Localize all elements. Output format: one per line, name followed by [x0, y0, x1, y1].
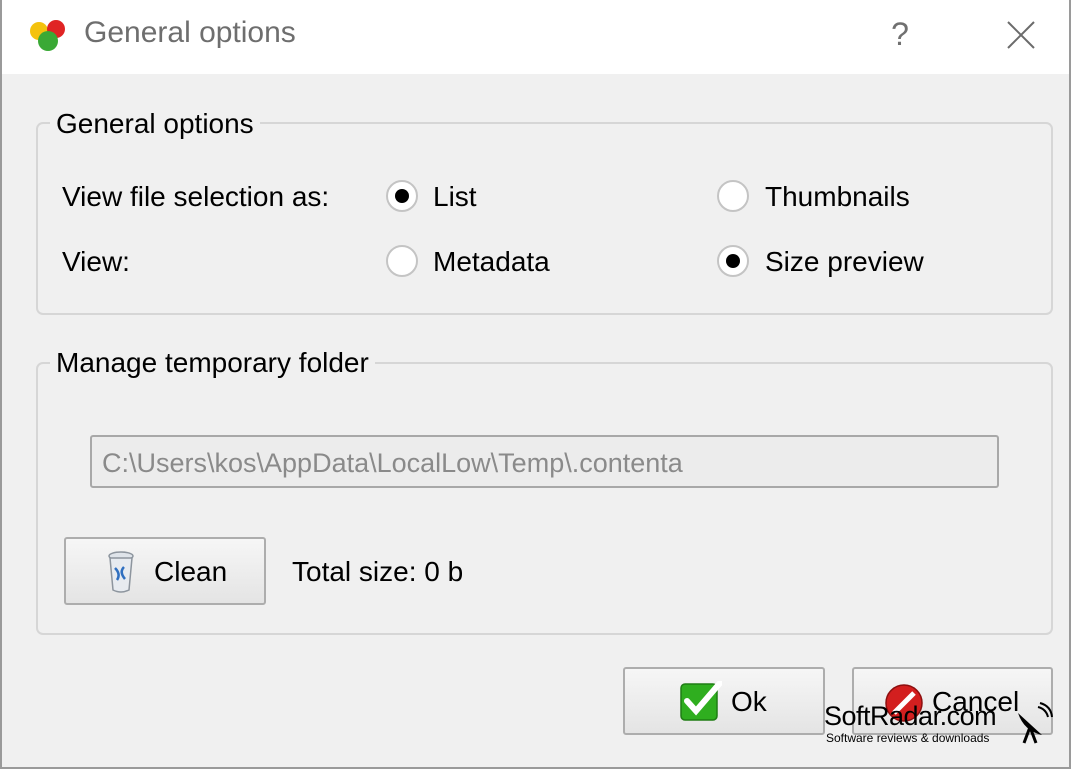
checkmark-icon	[680, 681, 722, 721]
radio-list-label[interactable]: List	[433, 181, 477, 213]
softradar-watermark: SoftRadar.com Software reviews & downloa…	[824, 701, 1056, 747]
radio-metadata[interactable]	[386, 245, 418, 277]
temp-folder-path-field[interactable]: C:\Users\kos\AppData\LocalLow\Temp\.cont…	[90, 435, 999, 488]
radio-thumbnails-label[interactable]: Thumbnails	[765, 181, 910, 213]
close-icon	[1007, 21, 1035, 49]
app-icon	[30, 20, 65, 51]
clean-button-label: Clean	[154, 556, 228, 587]
radio-list[interactable]	[386, 180, 418, 212]
window-title: General options	[84, 16, 296, 49]
help-icon: ?	[891, 16, 909, 52]
watermark-title: SoftRadar.com	[824, 701, 997, 731]
close-button[interactable]	[996, 8, 1046, 60]
view-file-selection-label: View file selection as:	[62, 181, 330, 212]
satellite-dish-icon	[1018, 702, 1053, 744]
help-button[interactable]: ?	[880, 8, 920, 60]
title-bar[interactable]: General options ?	[2, 0, 1069, 74]
ok-button[interactable]: Ok	[623, 667, 825, 735]
radio-thumbnails[interactable]	[717, 180, 749, 212]
general-options-group-title: General options	[50, 108, 260, 140]
general-options-group	[36, 122, 1053, 315]
general-options-dialog: General options ? General options View f…	[0, 0, 1071, 769]
temp-folder-group-title: Manage temporary folder	[50, 347, 375, 379]
radio-size-preview[interactable]	[717, 245, 749, 277]
total-size-label: Total size: 0 b	[292, 556, 464, 587]
radio-metadata-label[interactable]: Metadata	[433, 246, 550, 278]
clean-button[interactable]: Clean	[64, 537, 266, 605]
view-label: View:	[62, 246, 130, 277]
trash-icon	[108, 551, 134, 593]
radio-size-preview-label[interactable]: Size preview	[765, 246, 924, 278]
watermark-subtitle: Software reviews & downloads	[826, 731, 990, 745]
ok-button-label: Ok	[731, 686, 767, 717]
